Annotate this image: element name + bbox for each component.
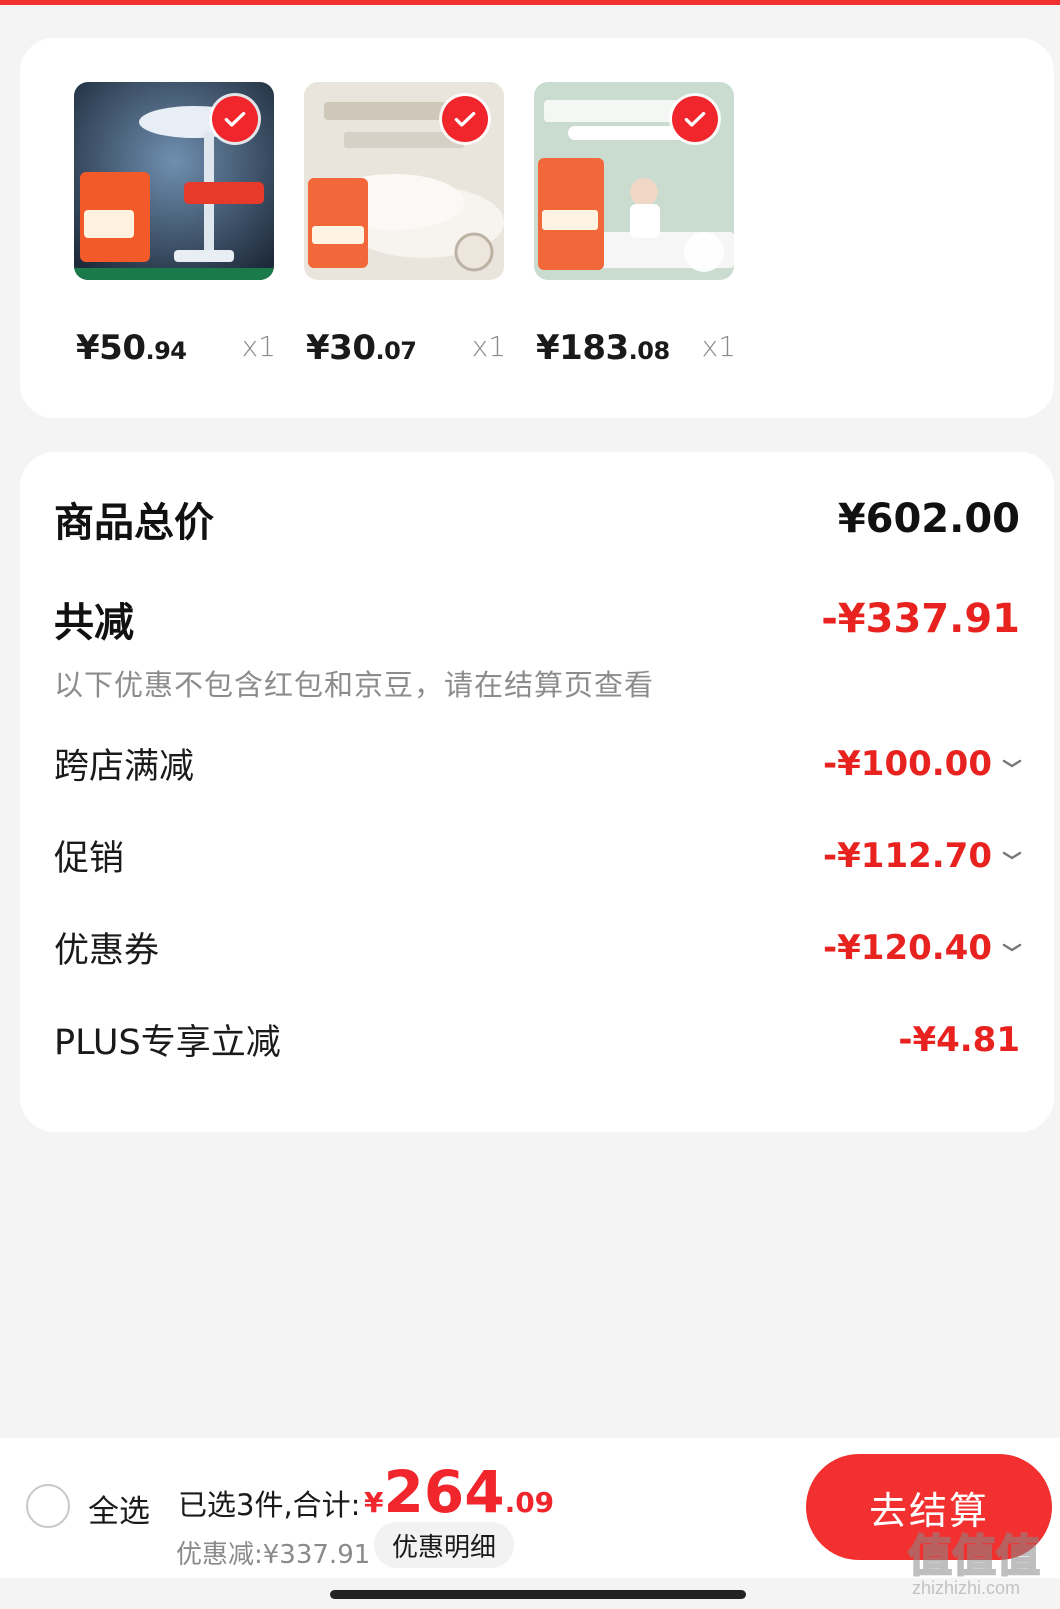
total-reduction-value: -¥337.91: [821, 596, 1020, 642]
discount-label: 跨店满减: [54, 747, 195, 787]
product-thumbnail-pillow[interactable]: [304, 82, 504, 280]
select-all-radio[interactable]: [26, 1484, 70, 1528]
watermark-url: zhizhizhi.com: [912, 1578, 1021, 1598]
selected-check-icon[interactable]: [442, 96, 488, 142]
discount-row-plus: PLUS专享立减 -¥4.81: [54, 1014, 1020, 1065]
product-item-pillow[interactable]: [304, 82, 504, 280]
product-thumbnail-mattress[interactable]: [534, 82, 734, 280]
product-price-row: ¥30.07 x1: [304, 328, 524, 368]
product-price: ¥30.07: [306, 328, 417, 368]
selected-products-card: ¥50.94 x1 ¥30.07 x1 ¥183.08 x1: [20, 38, 1054, 418]
discount-label: 促销: [54, 839, 125, 879]
checkout-bar: 全选 已选3件,合计: ¥264.09 优惠减:¥337.91 优惠明细 去结算: [0, 1438, 1060, 1578]
total-reduction-label: 共减: [54, 600, 134, 646]
discount-note: 以下优惠不包含红包和京豆，请在结算页查看: [54, 668, 655, 702]
chevron-down-icon[interactable]: [1000, 844, 1024, 868]
chevron-down-icon[interactable]: [1000, 936, 1024, 960]
total-reduction-row: 共减 -¥337.91: [54, 590, 1020, 648]
discount-value: -¥100.00: [823, 744, 1022, 784]
product-item-lamp[interactable]: [74, 82, 274, 280]
discount-label: PLUS专享立减: [54, 1023, 281, 1063]
top-accent-bar: [0, 0, 1060, 5]
watermark-glyph: 值值值: [907, 1530, 1041, 1583]
discount-row-coupon[interactable]: 优惠券 -¥120.40: [54, 922, 1022, 973]
total-price-row: 商品总价 ¥602.00: [54, 490, 1020, 548]
product-price-row: ¥50.94 x1: [74, 328, 294, 368]
product-thumbnail-lamp[interactable]: [74, 82, 274, 280]
selected-check-icon[interactable]: [672, 96, 718, 142]
selected-count-text: 已选3件,合计:: [178, 1488, 361, 1522]
total-price-label: 商品总价: [54, 500, 214, 546]
total-price-value: ¥602.00: [837, 496, 1020, 542]
product-quantity: x1: [701, 330, 736, 363]
discount-label: 优惠券: [54, 931, 160, 971]
discount-detail-button[interactable]: 优惠明细: [374, 1522, 514, 1568]
total-amount: ¥264.09: [364, 1458, 555, 1526]
discount-value: -¥120.40: [823, 928, 1022, 968]
price-summary-card: 商品总价 ¥602.00 共减 -¥337.91 以下优惠不包含红包和京豆，请在…: [20, 452, 1054, 1132]
discount-row-promotion[interactable]: 促销 -¥112.70: [54, 830, 1022, 881]
discount-row-cross-store[interactable]: 跨店满减 -¥100.00: [54, 738, 1022, 789]
selected-check-icon[interactable]: [212, 96, 258, 142]
product-quantity: x1: [471, 330, 506, 363]
product-item-mattress[interactable]: [534, 82, 734, 280]
chevron-down-icon[interactable]: [1000, 752, 1024, 776]
product-price-row: ¥183.08 x1: [534, 328, 754, 368]
discount-value: -¥4.81: [898, 1019, 1020, 1060]
home-indicator[interactable]: [330, 1590, 746, 1599]
discount-summary-text: 优惠减:¥337.91: [176, 1540, 371, 1570]
product-price: ¥183.08: [536, 328, 670, 368]
product-price: ¥50.94: [76, 328, 187, 368]
product-quantity: x1: [241, 330, 276, 363]
discount-value: -¥112.70: [823, 836, 1022, 876]
select-all-label[interactable]: 全选: [88, 1486, 150, 1531]
watermark: 值值值 zhizhizhi.com: [907, 1520, 1058, 1604]
